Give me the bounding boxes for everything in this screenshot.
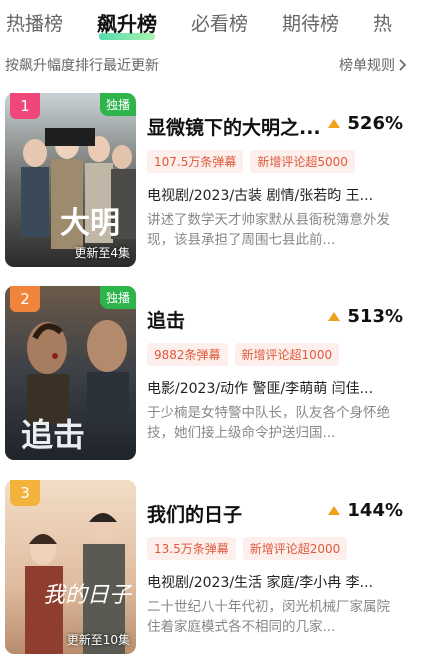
ranking-subbar: 按飙升幅度排行最近更新 榜单规则 (0, 52, 421, 78)
ranking-item[interactable]: 大明 独播 更新至4集 1 显微镜下的大明之... 526% 107.5万条弹幕… (0, 93, 421, 273)
comment-count-tag: 新增评论超2000 (242, 537, 348, 560)
item-meta: 电视剧/2023/古装 剧情/张若昀 王... (147, 188, 374, 204)
item-title[interactable]: 追击 (147, 306, 332, 333)
rising-arrow-icon (328, 119, 341, 128)
exclusive-badge: 独播 (99, 286, 136, 309)
danmaku-count-tag: 13.5万条弹幕 (147, 537, 236, 560)
comment-count-tag: 新增评论超1000 (234, 343, 340, 366)
update-status: 更新至10集 (66, 633, 130, 647)
item-title[interactable]: 我们的日子 (147, 500, 332, 527)
item-synopsis: 于少楠是女特警中队长，队友各个身怀绝技，她们接上级命令护送归国... (147, 405, 390, 441)
rank-badge: 3 (10, 480, 40, 506)
item-meta: 电影/2023/动作 警匪/李萌萌 闫佳... (147, 381, 374, 397)
comment-count-tag: 新增评论超5000 (250, 150, 355, 173)
danmaku-count-tag: 107.5万条弹幕 (147, 150, 244, 173)
item-synopsis: 二十世纪八十年代初，闵光机械厂家属院住着家庭模式各不相同的几家... (147, 599, 390, 635)
item-synopsis: 讲述了数学天才帅家默从县衙税簿意外发现，该县承担了周围七县此前... (147, 212, 390, 248)
svg-text:大明: 大明 (60, 206, 120, 241)
update-status: 更新至4集 (74, 246, 130, 260)
ranking-description: 按飙升幅度排行最近更新 (5, 58, 159, 74)
danmaku-count-tag: 9882条弹幕 (147, 343, 228, 366)
ranking-item[interactable]: 我的日子 更新至10集 3 我们的日子 144% 13.5万条弹幕 新增评论超2… (0, 480, 421, 660)
tab-rising[interactable]: 飙升榜 (97, 8, 157, 40)
rules-label: 榜单规则 (339, 58, 395, 74)
rise-percentage: 144% (328, 500, 403, 521)
tab-must-watch[interactable]: 必看榜 (191, 9, 248, 36)
exclusive-badge: 独播 (99, 93, 136, 116)
ranking-rules-link[interactable]: 榜单规则 (339, 55, 407, 75)
rising-arrow-icon (328, 312, 341, 321)
tab-hot[interactable]: 热播榜 (6, 9, 63, 36)
chevron-right-icon (399, 59, 407, 71)
tab-anticipated[interactable]: 期待榜 (282, 9, 339, 36)
svg-text:追击: 追击 (21, 416, 85, 454)
item-meta: 电视剧/2023/生活 家庭/李小冉 李... (147, 575, 374, 591)
poster-image[interactable]: 我的日子 更新至10集 (5, 480, 136, 654)
poster-image[interactable]: 追击 独播 (5, 286, 136, 460)
ranking-item[interactable]: 追击 独播 2 追击 513% 9882条弹幕 新增评论超1000 电影/202… (0, 286, 421, 466)
rise-percentage: 526% (328, 113, 403, 134)
rising-arrow-icon (328, 506, 341, 515)
ranking-tabs: 热播榜 飙升榜 必看榜 期待榜 热 (0, 0, 421, 44)
tab-more[interactable]: 热 (373, 9, 392, 36)
svg-text:我的日子: 我的日子 (43, 583, 133, 608)
rise-percentage: 513% (328, 306, 403, 327)
poster-image[interactable]: 大明 独播 更新至4集 (5, 93, 136, 267)
rank-badge: 1 (10, 93, 40, 119)
item-title[interactable]: 显微镜下的大明之... (147, 113, 332, 140)
rank-badge: 2 (10, 286, 40, 312)
